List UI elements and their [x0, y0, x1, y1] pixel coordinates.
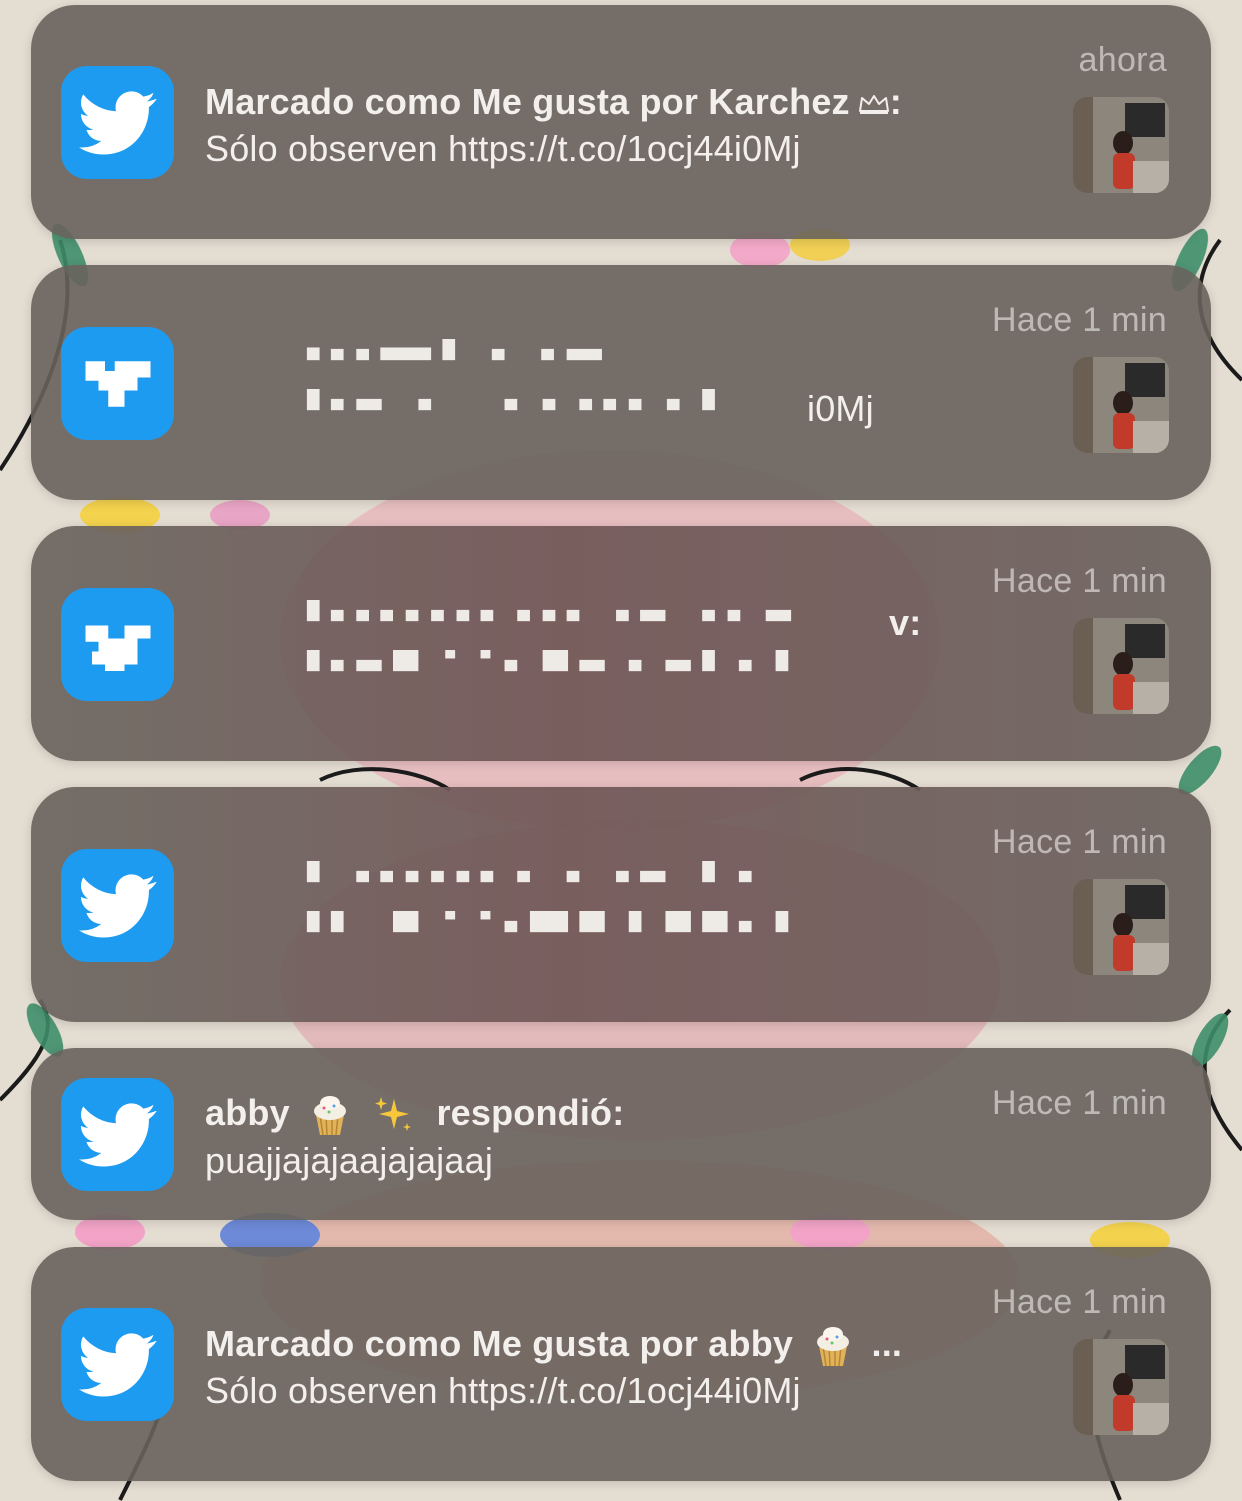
redacted-body-mosaic	[306, 650, 789, 672]
notification-time: Hace 1 min	[992, 301, 1167, 339]
notification-title-text: Marcado como Me gusta por abby	[205, 1323, 794, 1364]
notification-body-fragment: i0Mj	[807, 388, 874, 429]
twitter-bird-icon	[78, 90, 157, 155]
media-thumbnail	[1073, 618, 1169, 714]
redacted-body-mosaic	[306, 911, 789, 933]
twitter-bird-icon	[85, 625, 150, 671]
redacted-title-mosaic	[306, 861, 752, 883]
twitter-app-icon	[61, 327, 174, 440]
notification-time: Hace 1 min	[992, 1283, 1167, 1321]
cupcake-icon	[817, 1327, 850, 1367]
notification-time: Hace 1 min	[992, 1084, 1167, 1122]
notification-title-name: abby	[205, 1092, 290, 1133]
notification-title-action: respondió:	[436, 1092, 625, 1133]
notification-time: ahora	[1078, 41, 1167, 79]
twitter-bird-icon	[78, 1332, 157, 1397]
notification-card[interactable]: ahora Marcado como Me gusta por Karchez:…	[31, 5, 1211, 239]
notification-card[interactable]: Hace 1 min i0Mj	[31, 265, 1211, 500]
notification-title-fragment: v:	[889, 602, 922, 643]
twitter-app-icon	[61, 849, 174, 962]
notification-body: puajjajajaajajajaaj	[205, 1140, 494, 1181]
twitter-app-icon	[61, 66, 174, 179]
twitter-app-icon	[61, 1308, 174, 1421]
notification-card[interactable]: Hace 1 min Marcado como Me gusta por abb…	[31, 1247, 1211, 1481]
media-thumbnail	[1073, 97, 1169, 193]
twitter-bird-icon	[85, 360, 150, 407]
notification-card[interactable]: Hace 1 min	[31, 787, 1211, 1022]
sparkles-icon	[375, 1097, 412, 1132]
twitter-app-icon	[61, 1078, 174, 1191]
notification-title: Marcado como Me gusta por Karchez:	[205, 81, 902, 123]
media-thumbnail	[1073, 357, 1169, 453]
notification-card[interactable]: Hace 1 min v:	[31, 526, 1211, 761]
redacted-title-mosaic	[306, 339, 602, 361]
notification-title: Marcado como Me gusta por abby ...	[205, 1323, 902, 1368]
twitter-app-icon	[61, 588, 174, 701]
notification-title-suffix: :	[889, 81, 902, 122]
notification-title-ellipsis: ...	[871, 1323, 903, 1364]
media-thumbnail	[1073, 879, 1169, 975]
crown-icon	[858, 95, 889, 115]
redacted-title-mosaic	[306, 600, 792, 622]
cupcake-icon	[314, 1096, 347, 1136]
notification-body: Sólo observen https://t.co/1ocj44i0Mj	[205, 1370, 801, 1411]
notification-card[interactable]: Hace 1 min abby respondió: puajjajajaaja…	[31, 1048, 1211, 1220]
notification-time: Hace 1 min	[992, 562, 1167, 600]
notification-time: Hace 1 min	[992, 823, 1167, 861]
notification-body: Sólo observen https://t.co/1ocj44i0Mj	[205, 128, 801, 169]
twitter-bird-icon	[78, 873, 157, 938]
media-thumbnail	[1073, 1339, 1169, 1435]
notification-title-text: Marcado como Me gusta por Karchez	[205, 81, 850, 122]
notification-title: abby respondió:	[205, 1092, 624, 1137]
twitter-bird-icon	[78, 1102, 157, 1167]
